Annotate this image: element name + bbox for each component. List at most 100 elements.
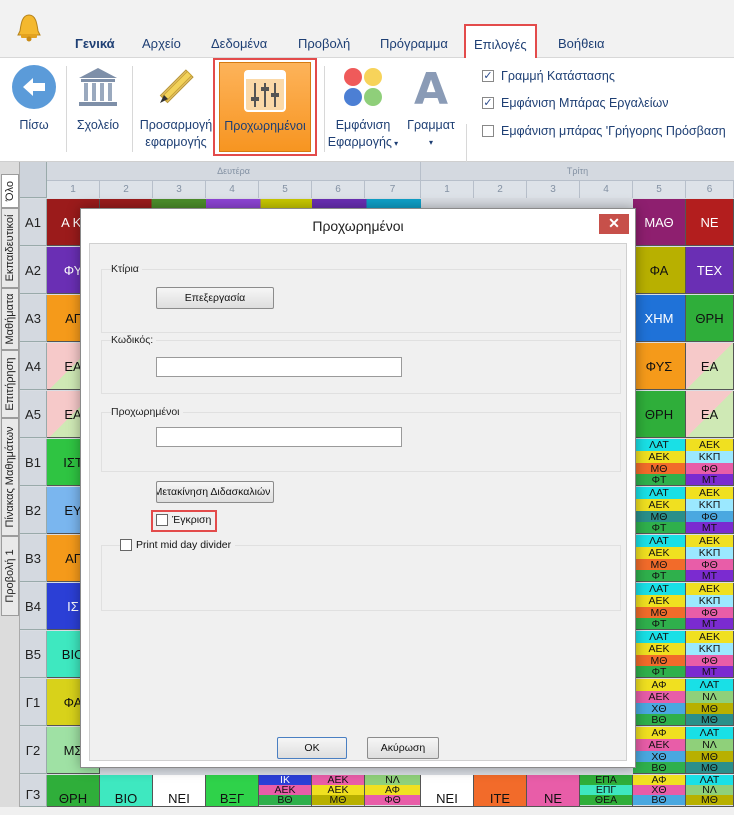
tab-file[interactable]: Αρχείο bbox=[142, 36, 181, 51]
back-button[interactable]: Πίσω bbox=[8, 64, 60, 134]
ok-button[interactable]: OK bbox=[277, 737, 347, 759]
split-lesson-cell[interactable]: ΛΑΤ ΑΕΚ ΜΘ ΦΤ bbox=[633, 631, 686, 678]
side-tab-subject-table[interactable]: Πίνακας Μαθημάτων bbox=[1, 418, 19, 536]
move-teachers-button[interactable]: Μετακίνηση Διδασκαλιών bbox=[156, 481, 274, 503]
close-button[interactable]: ✕ bbox=[599, 214, 629, 234]
split-lesson-cell[interactable]: ΛΑΤ ΝΛ ΜΘ bbox=[686, 775, 734, 807]
lesson-cell[interactable]: ΦΥΣ bbox=[633, 343, 686, 390]
color-circles-icon bbox=[344, 68, 382, 106]
tab-general[interactable]: Γενικά bbox=[75, 36, 115, 51]
lesson-cell[interactable]: ΘΡΗ bbox=[686, 295, 734, 342]
font-letter-icon: A bbox=[414, 64, 448, 115]
tab-help[interactable]: Βοήθεια bbox=[558, 36, 605, 51]
ruler-pencil-icon bbox=[159, 69, 194, 104]
app-customize-label-2: εφαρμογής bbox=[145, 135, 207, 149]
lesson-cell[interactable]: ΒΞΓ bbox=[206, 775, 259, 807]
split-lesson-cell[interactable]: ΑΕΚ ΚΚΠ ΦΘ ΜΤ bbox=[686, 487, 734, 534]
font-button[interactable]: A Γραμματ ▾ bbox=[404, 64, 458, 151]
lesson-cell[interactable]: ΦΑ bbox=[633, 247, 686, 294]
tab-view[interactable]: Προβολή bbox=[298, 36, 350, 51]
split-lesson-cell[interactable]: ΑΕΚ ΚΚΠ ΦΘ ΜΤ bbox=[686, 439, 734, 486]
lesson-cell[interactable]: ΘΡΗ bbox=[47, 775, 100, 807]
lesson-cell[interactable]: ΒΙΟ bbox=[100, 775, 153, 807]
side-tab-teachers[interactable]: Εκπαιδευτικοί bbox=[1, 208, 19, 288]
split-lesson: ΑΕΚ bbox=[686, 535, 733, 547]
side-tab-all[interactable]: Όλο bbox=[1, 174, 19, 208]
lesson-cell[interactable]: ΜΑΘ bbox=[633, 199, 686, 246]
status-bar-label: Γραμμή Κατάστασης bbox=[501, 69, 615, 83]
split-lesson-cell[interactable]: ΛΑΤ ΑΕΚ ΜΘ ΦΤ bbox=[633, 535, 686, 582]
split-lesson: ΑΕΚ bbox=[633, 450, 685, 463]
quick-access-toggle[interactable]: Εμφάνιση μπάρας 'Γρήγορης Πρόσβαση bbox=[482, 124, 726, 138]
lesson-cell[interactable]: ΝΕΙ bbox=[421, 775, 474, 807]
approval-checkbox[interactable]: Έγκριση bbox=[156, 514, 211, 526]
side-tab-view-1[interactable]: Προβολή 1 bbox=[1, 536, 19, 616]
app-customize-button[interactable]: Προσαρμογή εφαρμογής bbox=[136, 64, 216, 151]
lesson-cell[interactable]: ΘΡΗ bbox=[633, 391, 686, 438]
tab-data[interactable]: Δεδομένα bbox=[211, 36, 267, 51]
split-lesson: ΚΚΠ bbox=[686, 450, 733, 463]
split-lesson: ΜΘ bbox=[633, 462, 685, 474]
split-lesson: ΦΤ bbox=[633, 474, 685, 485]
side-tab-view-1-label: Προβολή 1 bbox=[4, 549, 16, 603]
split-lesson: ΚΚΠ bbox=[686, 642, 733, 655]
split-lesson-cell[interactable]: ΛΑΤ ΝΛ ΜΘ ΜΘ bbox=[686, 679, 734, 726]
split-lesson-cell[interactable]: ΑΦ ΑΕΚ ΧΘ ΒΘ bbox=[633, 727, 686, 774]
side-tab-supervision-label: Επιτήρηση bbox=[4, 357, 16, 411]
split-lesson-cell[interactable]: ΛΑΤ ΝΛ ΜΘ ΜΘ bbox=[686, 727, 734, 774]
school-button[interactable]: Σχολείο bbox=[72, 64, 124, 134]
row-header: Γ2 bbox=[20, 727, 47, 774]
split-lesson-cell[interactable]: ΝΛ ΑΦ ΦΘ bbox=[365, 775, 421, 807]
period-header: 3 bbox=[153, 181, 206, 198]
split-lesson-cell[interactable]: ΑΕΚ ΚΚΠ ΦΘ ΜΤ bbox=[686, 535, 734, 582]
status-bar-toggle[interactable]: ✓ Γραμμή Κατάστασης bbox=[482, 69, 615, 83]
split-lesson-cell[interactable]: ΙΚ ΑΕΚ ΒΘ bbox=[259, 775, 312, 807]
advanced-button[interactable]: Προχωρημένοι bbox=[213, 58, 317, 156]
split-lesson-cell[interactable]: ΑΕΚ ΚΚΠ ΦΘ ΜΤ bbox=[686, 631, 734, 678]
toolbar-toggle[interactable]: ✓ Εμφάνιση Μπάρας Εργαλείων bbox=[482, 96, 669, 110]
advanced-input[interactable] bbox=[156, 427, 402, 447]
split-lesson-cell[interactable]: ΑΕΚ ΚΚΠ ΦΘ ΜΤ bbox=[686, 583, 734, 630]
split-lesson-cell[interactable]: ΕΠΑ ΕΠΓ ΘΕΑ bbox=[580, 775, 633, 807]
back-button-label: Πίσω bbox=[19, 118, 49, 132]
lesson-cell[interactable]: ΧΗΜ bbox=[633, 295, 686, 342]
split-lesson-cell[interactable]: ΛΑΤ ΑΕΚ ΜΘ ΦΤ bbox=[633, 487, 686, 534]
dialog-title: Προχωρημένοι bbox=[81, 209, 635, 243]
lesson-cell[interactable]: ΝΕΙ bbox=[153, 775, 206, 807]
split-lesson-cell[interactable]: ΛΑΤ ΑΕΚ ΜΘ ΦΤ bbox=[633, 439, 686, 486]
split-lesson-cell[interactable]: ΑΕΚ ΑΕΚ ΜΘ bbox=[312, 775, 365, 807]
split-lesson: ΘΕΑ bbox=[580, 795, 632, 805]
checkbox-checked[interactable]: ✓ bbox=[482, 97, 494, 109]
tab-options[interactable]: Επιλογές bbox=[464, 24, 537, 58]
split-lesson-cell[interactable]: ΑΦ ΧΘ ΒΘ bbox=[633, 775, 686, 807]
row-header: Β3 bbox=[20, 535, 47, 582]
side-tab-supervision[interactable]: Επιτήρηση bbox=[1, 350, 19, 418]
lesson-cell[interactable]: ΕΑ bbox=[686, 391, 734, 438]
row-header: Α5 bbox=[20, 391, 47, 438]
split-lesson: ΜΤ bbox=[686, 618, 733, 629]
period-header: 5 bbox=[259, 181, 312, 198]
checkbox-unchecked[interactable] bbox=[156, 514, 168, 526]
checkbox-unchecked[interactable] bbox=[482, 125, 494, 137]
split-lesson: ΑΕΚ bbox=[686, 487, 733, 499]
split-lesson-cell[interactable]: ΛΑΤ ΑΕΚ ΜΘ ΦΤ bbox=[633, 583, 686, 630]
tab-schedule[interactable]: Πρόγραμμα bbox=[380, 36, 448, 51]
side-tab-subjects[interactable]: Μαθήματα bbox=[1, 288, 19, 350]
app-appearance-label-2-text: Εφαρμογής bbox=[327, 135, 392, 149]
lesson-cell[interactable]: ΤΕΧ bbox=[686, 247, 734, 294]
split-lesson-cell[interactable]: ΑΦ ΑΕΚ ΧΘ ΒΘ bbox=[633, 679, 686, 726]
lesson-cell[interactable]: ΝΕ bbox=[527, 775, 580, 807]
cancel-button[interactable]: Ακύρωση bbox=[367, 737, 439, 759]
lesson-cell[interactable]: ΕΑ bbox=[686, 343, 734, 390]
checkbox-unchecked[interactable] bbox=[120, 539, 132, 551]
code-input[interactable] bbox=[156, 357, 402, 377]
app-appearance-label-2: Εφαρμογής ▾ bbox=[325, 134, 401, 152]
checkbox-checked[interactable]: ✓ bbox=[482, 70, 494, 82]
lesson-cell[interactable]: ΙΤΕ bbox=[474, 775, 527, 807]
app-appearance-button[interactable]: Εμφάνιση Εφαρμογής ▾ bbox=[325, 64, 401, 152]
split-lesson: ΧΘ bbox=[633, 750, 685, 762]
app-bell-icon[interactable] bbox=[16, 12, 42, 42]
edit-buildings-button[interactable]: Επεξεργασία bbox=[156, 287, 274, 309]
print-divider-checkbox[interactable]: Print mid day divider bbox=[120, 539, 236, 551]
lesson-cell[interactable]: ΝΕ bbox=[686, 199, 734, 246]
